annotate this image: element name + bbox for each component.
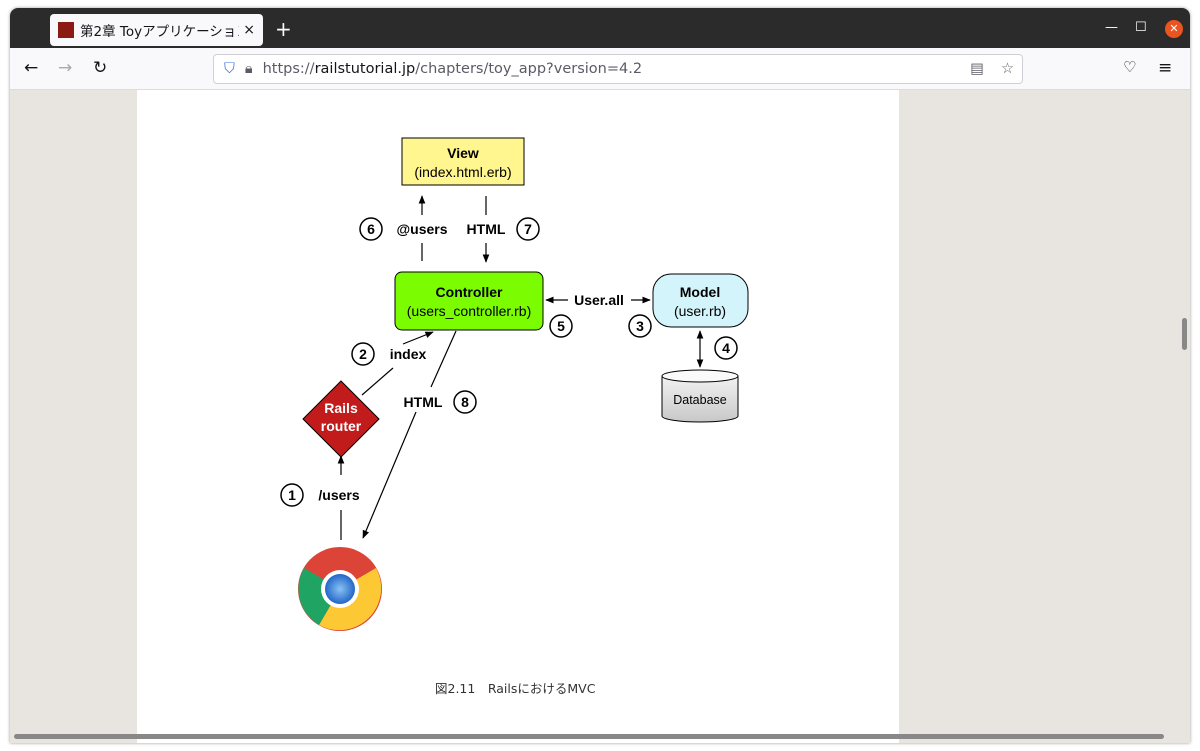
router-line1: Rails [324, 400, 358, 416]
model-title: Model [680, 284, 720, 300]
step-number: 4 [722, 340, 730, 356]
step-number: 6 [367, 221, 375, 237]
vertical-scrollbar[interactable] [1182, 318, 1187, 350]
step-number: 3 [636, 318, 644, 334]
chrome-logo-icon [298, 547, 382, 631]
controller-title: Controller [436, 284, 503, 300]
database-label: Database [673, 393, 727, 407]
step-number: 7 [524, 221, 532, 237]
controller-file: (users_controller.rb) [407, 303, 532, 319]
model-file: (user.rb) [674, 303, 726, 319]
view-file: (index.html.erb) [414, 164, 511, 180]
label-user-all: User.all [574, 292, 624, 308]
router-line2: router [321, 418, 362, 434]
model-box [652, 273, 749, 328]
figure-caption: 図2.11 RailsにおけるMVC [435, 681, 596, 696]
label-html-7: HTML [467, 221, 506, 237]
step-number: 1 [288, 487, 296, 503]
label-at-users: @users [396, 221, 447, 237]
view-title: View [447, 145, 479, 161]
controller-box [394, 271, 544, 331]
page-content: View (index.html.erb) Controller (users_… [10, 90, 1190, 743]
step-number: 2 [359, 346, 367, 362]
step-number: 5 [557, 318, 565, 334]
step-number: 8 [461, 394, 469, 410]
mvc-diagram: View (index.html.erb) Controller (users_… [280, 137, 749, 631]
label-users-path: /users [318, 487, 359, 503]
label-html-8: HTML [404, 394, 443, 410]
label-index: index [390, 346, 427, 362]
browser-window: 第2章 Toyアプリケーション × + — ☐ ✕ ← → ↻ ⛉ 🔒︎ htt… [10, 8, 1190, 743]
horizontal-scrollbar[interactable] [14, 734, 1164, 739]
